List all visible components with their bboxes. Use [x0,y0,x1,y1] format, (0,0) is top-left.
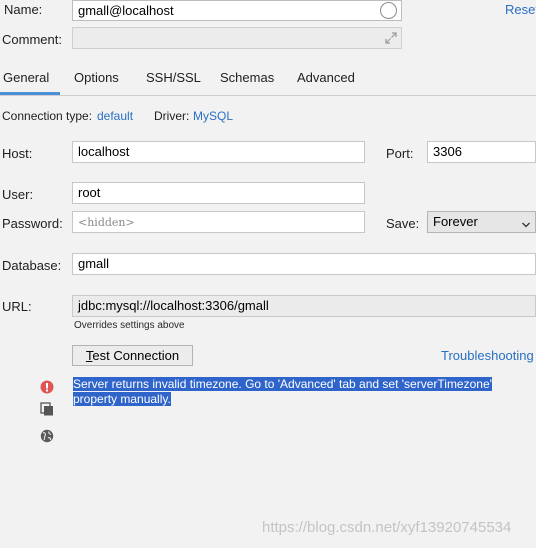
globe-icon[interactable] [40,429,54,443]
save-value: Forever [433,214,478,229]
test-connection-button[interactable]: Test Connection [72,345,193,366]
port-input[interactable]: 3306 [427,141,536,163]
tab-schemas[interactable]: Schemas [220,70,274,85]
driver-value[interactable]: MySQL [193,109,233,123]
url-label: URL: [2,299,32,314]
test-connection-label: est Connection [92,348,180,363]
password-placeholder: <hidden> [78,216,135,229]
user-label: User: [2,187,34,202]
copy-icon[interactable] [40,402,54,416]
password-input[interactable]: <hidden> [72,211,365,233]
database-label: Database: [2,258,62,273]
save-label: Save: [386,216,420,231]
name-input[interactable]: gmall@localhost [72,0,402,21]
tab-divider [0,95,536,96]
port-label: Port: [386,146,414,161]
connection-type-label: Connection type: [2,109,93,123]
watermark: https://blog.csdn.net/xyf13920745534 [262,519,512,536]
password-label: Password: [2,216,63,231]
host-label: Host: [2,146,33,161]
host-value: localhost [78,144,130,159]
name-value: gmall@localhost [78,3,174,18]
database-value: gmall [78,256,110,271]
driver-label: Driver: [154,109,190,123]
tab-ssh-ssl[interactable]: SSH/SSL [146,70,201,85]
error-message-line-1: Server returns invalid timezone. Go to '… [73,377,492,391]
name-label: Name: [4,2,43,17]
color-picker-circle-icon[interactable] [380,2,397,19]
tab-advanced[interactable]: Advanced [297,70,355,85]
comment-field[interactable] [72,27,402,49]
port-value: 3306 [433,144,462,159]
user-input[interactable]: root [72,182,365,204]
error-icon [40,380,54,394]
chevron-down-icon [521,216,531,228]
url-input[interactable]: jdbc:mysql://localhost:3306/gmall [72,295,536,317]
troubleshooting-link[interactable]: Troubleshooting [441,348,534,363]
tab-options[interactable]: Options [74,70,119,85]
url-hint: Overrides settings above [74,320,185,331]
comment-label: Comment: [2,32,62,47]
error-message-line-2: property manually. [73,392,171,406]
tab-general[interactable]: General [3,70,49,85]
connection-type-value[interactable]: default [97,109,133,123]
error-message: Server returns invalid timezone. Go to '… [73,377,492,407]
reset-link[interactable]: Reset [505,2,536,17]
host-input[interactable]: localhost [72,141,365,163]
url-value: jdbc:mysql://localhost:3306/gmall [78,298,269,313]
database-input[interactable]: gmall [72,253,536,275]
user-value: root [78,185,101,200]
expand-icon[interactable] [384,31,398,45]
save-select[interactable]: Forever [427,211,536,233]
